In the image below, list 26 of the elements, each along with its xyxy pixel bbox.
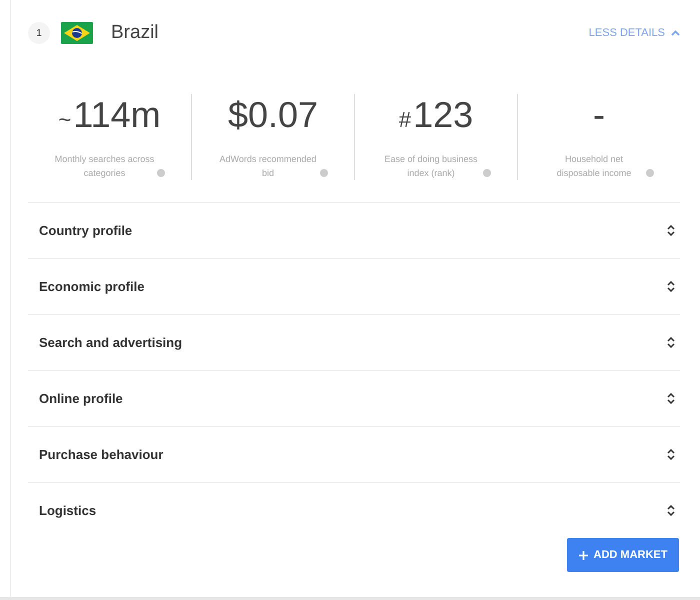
stat-label: AdWords recommended bid bbox=[218, 153, 318, 180]
stat-label: Household net disposable income bbox=[556, 153, 632, 180]
section-title[interactable]: Economic profile bbox=[39, 279, 144, 294]
stat-label: Ease of doing business index (rank) bbox=[383, 153, 479, 180]
country-name: Brazil bbox=[111, 22, 159, 44]
section-title[interactable]: Search and advertising bbox=[39, 335, 182, 350]
expand-collapse-icon[interactable] bbox=[667, 225, 675, 236]
expand-collapse-icon[interactable] bbox=[667, 449, 675, 460]
expand-collapse-icon[interactable] bbox=[667, 337, 675, 348]
expand-collapse-icon[interactable] bbox=[667, 505, 675, 516]
expand-collapse-icon[interactable] bbox=[667, 393, 675, 404]
stat-value: ~114m bbox=[58, 94, 161, 137]
stat-value: #123 bbox=[398, 94, 474, 137]
stat-label: Monthly searches across categories bbox=[54, 153, 154, 180]
add-market-button[interactable]: ADD MARKET bbox=[567, 538, 679, 572]
brazil-flag-icon bbox=[61, 22, 93, 44]
section-title[interactable]: Logistics bbox=[39, 503, 96, 518]
chevron-up-icon bbox=[671, 30, 680, 36]
stat-value: - bbox=[593, 94, 605, 137]
stat-value: $0.07 bbox=[228, 94, 318, 137]
section-title[interactable]: Country profile bbox=[39, 223, 132, 238]
section-title[interactable]: Online profile bbox=[39, 391, 123, 406]
plus-icon bbox=[578, 550, 588, 560]
rank-badge: 1 bbox=[28, 22, 50, 44]
expand-collapse-icon[interactable] bbox=[667, 281, 675, 292]
section-title[interactable]: Purchase behaviour bbox=[39, 447, 164, 462]
